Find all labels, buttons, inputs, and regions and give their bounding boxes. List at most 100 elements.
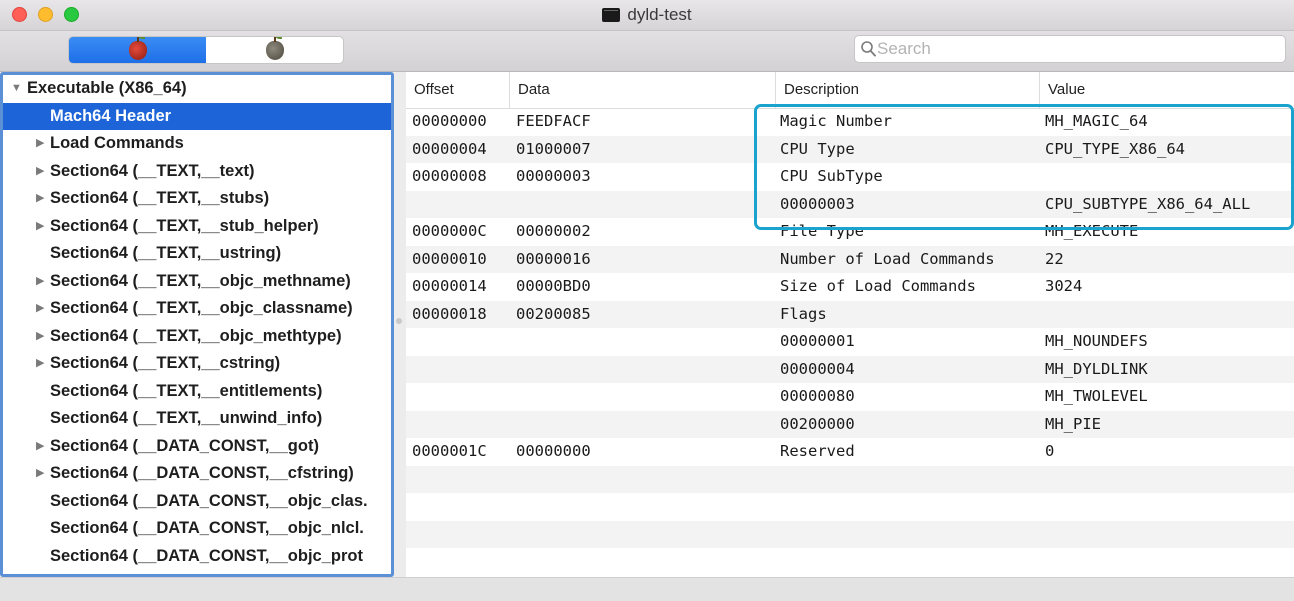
column-header-description[interactable]: Description [776,72,1040,108]
cell-offset: 00000008 [412,167,487,185]
cell-offset [406,328,510,356]
cell-description: Flags [780,304,827,323]
sidebar-tree-item[interactable]: Section64 (__TEXT,__entitlements) [3,378,391,406]
table-body: 00000000 FEEDFACF Magic Number MH_MAGIC_64 0… [406,108,1294,548]
sidebar-tree-item-label: Section64 (__DATA_CONST,__objc_prot [50,546,363,565]
cell-data [510,356,776,384]
sidebar-tree-item-label: Section64 (__TEXT,__cstring) [50,354,281,372]
disclosure-triangle-collapsed-icon[interactable]: ▶ [36,213,44,241]
sidebar-tree-item-label: Load Commands [50,134,184,152]
sidebar-tree-item[interactable]: ▶ Section64 (__TEXT,__objc_methtype) [3,323,391,351]
cell-data: 00000016 [516,249,591,268]
sidebar-tree-item[interactable]: ▶ Section64 (__TEXT,__stub_helper) [3,213,391,241]
sidebar-tree-item-label: Section64 (__DATA_CONST,__objc_clas. [50,491,368,510]
table-row[interactable] [406,465,1294,494]
search-field[interactable] [854,35,1286,63]
cell-offset: 00000004 [412,139,487,158]
sidebar-tree-item-label: Section64 (__DATA_CONST,__objc_nlcl. [50,519,364,537]
cell-description: 00000003 [780,194,855,213]
cell-description: 00000001 [780,332,855,350]
cell-data [510,411,776,439]
segment-button-right[interactable] [206,37,343,63]
disclosure-triangle-collapsed-icon[interactable]: ▶ [36,130,44,158]
disclosure-triangle-collapsed-icon[interactable]: ▶ [36,295,44,323]
cell-value: CPU_TYPE_X86_64 [1045,139,1185,158]
table-row[interactable]: 00000004 01000007 CPU Type CPU_TYPE_X86_64 [406,135,1294,163]
table-row[interactable] [406,493,1294,521]
cell-description: Size of Load Commands [780,277,976,295]
disclosure-triangle-collapsed-icon[interactable]: ▶ [36,323,44,351]
sidebar-tree-item[interactable]: ▶ Section64 (__DATA_CONST,__got) [3,433,391,461]
window-title: dyld-test [627,5,692,24]
cell-data: 00200085 [516,304,591,323]
sidebar-tree-item[interactable]: ▶ Section64 (__DATA_CONST,__cfstring) [3,460,391,488]
cell-offset: 0000000C [412,222,487,240]
cell-description: CPU Type [780,139,855,158]
cell-description: Magic Number [780,112,892,130]
sidebar-tree-item-label: Section64 (__TEXT,__objc_classname) [50,299,353,317]
sidebar-tree-item[interactable]: Section64 (__TEXT,__unwind_info) [3,405,391,433]
sidebar-tree-item[interactable]: ▼ Executable (X86_64) [3,75,391,103]
disclosure-triangle-collapsed-icon[interactable]: ▶ [36,158,44,186]
split-view-divider-handle[interactable] [396,318,402,324]
sidebar-tree-item[interactable]: ▶ Section64 (__TEXT,__stubs) [3,185,391,213]
cell-description: CPU SubType [780,167,883,185]
table-row[interactable]: 00000018 00200085 Flags [406,300,1294,328]
cell-offset [406,191,510,219]
title-bar: dyld-test [0,0,1294,31]
table-row[interactable]: 0000001C 00000000 Reserved 0 [406,438,1294,466]
disclosure-triangle-collapsed-icon[interactable]: ▶ [36,433,44,461]
disclosure-triangle-collapsed-icon[interactable]: ▶ [36,350,44,378]
table-row[interactable]: 00000010 00000016 Number of Load Commands 2… [406,245,1294,273]
cell-data [510,191,776,219]
disclosure-triangle-expanded-icon[interactable]: ▼ [11,75,22,103]
terminal-icon [602,8,621,22]
table-row[interactable]: 00000003 CPU_SUBTYPE_X86_64_ALL [406,190,1294,219]
sidebar-tree-item-label: Section64 (__TEXT,__stub_helper) [50,216,319,235]
cell-offset: 0000001C [412,442,487,460]
status-bar [0,577,1294,601]
sidebar-tree-item-label: Section64 (__DATA_CONST,__cfstring) [50,464,354,482]
gray-apple-icon [265,37,284,60]
sidebar-tree-item[interactable]: ▶ Load Commands [3,130,391,158]
table-row[interactable]: 00000080 MH_TWOLEVEL [406,383,1294,411]
sidebar-tree[interactable]: ▼ Executable (X86_64) Mach64 Header ▶ Load C… [0,72,394,577]
sidebar-tree-item[interactable]: ▶ Section64 (__TEXT,__cstring) [3,350,391,378]
sidebar-tree-item[interactable]: Section64 (__DATA_CONST,__objc_nlcl. [3,515,391,543]
sidebar-tree-item[interactable]: Mach64 Header [3,102,391,130]
segment-button-left[interactable] [69,37,206,63]
cell-offset [406,493,510,521]
cell-data [510,521,776,549]
sidebar-tree-item[interactable]: Section64 (__DATA_CONST,__objc_prot [3,543,391,571]
disclosure-triangle-collapsed-icon[interactable]: ▶ [36,460,44,488]
column-header-value[interactable]: Value [1040,72,1294,108]
sidebar-tree-item-label: Section64 (__TEXT,__entitlements) [50,381,323,400]
cell-data [510,328,776,356]
table-row[interactable]: 00200000 MH_PIE [406,410,1294,439]
disclosure-triangle-collapsed-icon[interactable]: ▶ [36,268,44,296]
table-row[interactable]: 00000004 MH_DYLDLINK [406,355,1294,384]
sidebar-tree-item-label: Section64 (__TEXT,__text) [50,161,255,180]
cell-offset: 00000018 [412,304,487,323]
cell-data: 00000003 [516,167,591,185]
sidebar-tree-item[interactable]: Section64 (__DATA_CONST,__objc_clas. [3,488,391,516]
sidebar-tree-item-label: Section64 (__TEXT,__objc_methtype) [50,326,342,345]
column-header-data[interactable]: Data [510,72,776,108]
table-header: Offset Data Description Value [406,72,1294,109]
table-row[interactable]: 00000000 FEEDFACF Magic Number MH_MAGIC_64 [406,108,1294,136]
disclosure-triangle-collapsed-icon[interactable]: ▶ [36,185,44,213]
cell-description: Reserved [780,442,855,460]
search-input[interactable] [877,39,1257,59]
cell-data [510,466,776,494]
table-row[interactable] [406,520,1294,549]
table-row[interactable]: 00000008 00000003 CPU SubType [406,163,1294,191]
sidebar-tree-item[interactable]: ▶ Section64 (__TEXT,__text) [3,158,391,186]
column-header-offset[interactable]: Offset [406,72,510,108]
table-row[interactable]: 00000001 MH_NOUNDEFS [406,328,1294,356]
table-row[interactable]: 0000000C 00000002 File Type MH_EXECUTE [406,218,1294,246]
table-row[interactable]: 00000014 00000BD0 Size of Load Commands 302… [406,273,1294,301]
sidebar-tree-item[interactable]: ▶ Section64 (__TEXT,__objc_methname) [3,268,391,296]
sidebar-tree-item[interactable]: Section64 (__TEXT,__ustring) [3,240,391,268]
cell-offset [406,356,510,384]
sidebar-tree-item[interactable]: ▶ Section64 (__TEXT,__objc_classname) [3,295,391,323]
